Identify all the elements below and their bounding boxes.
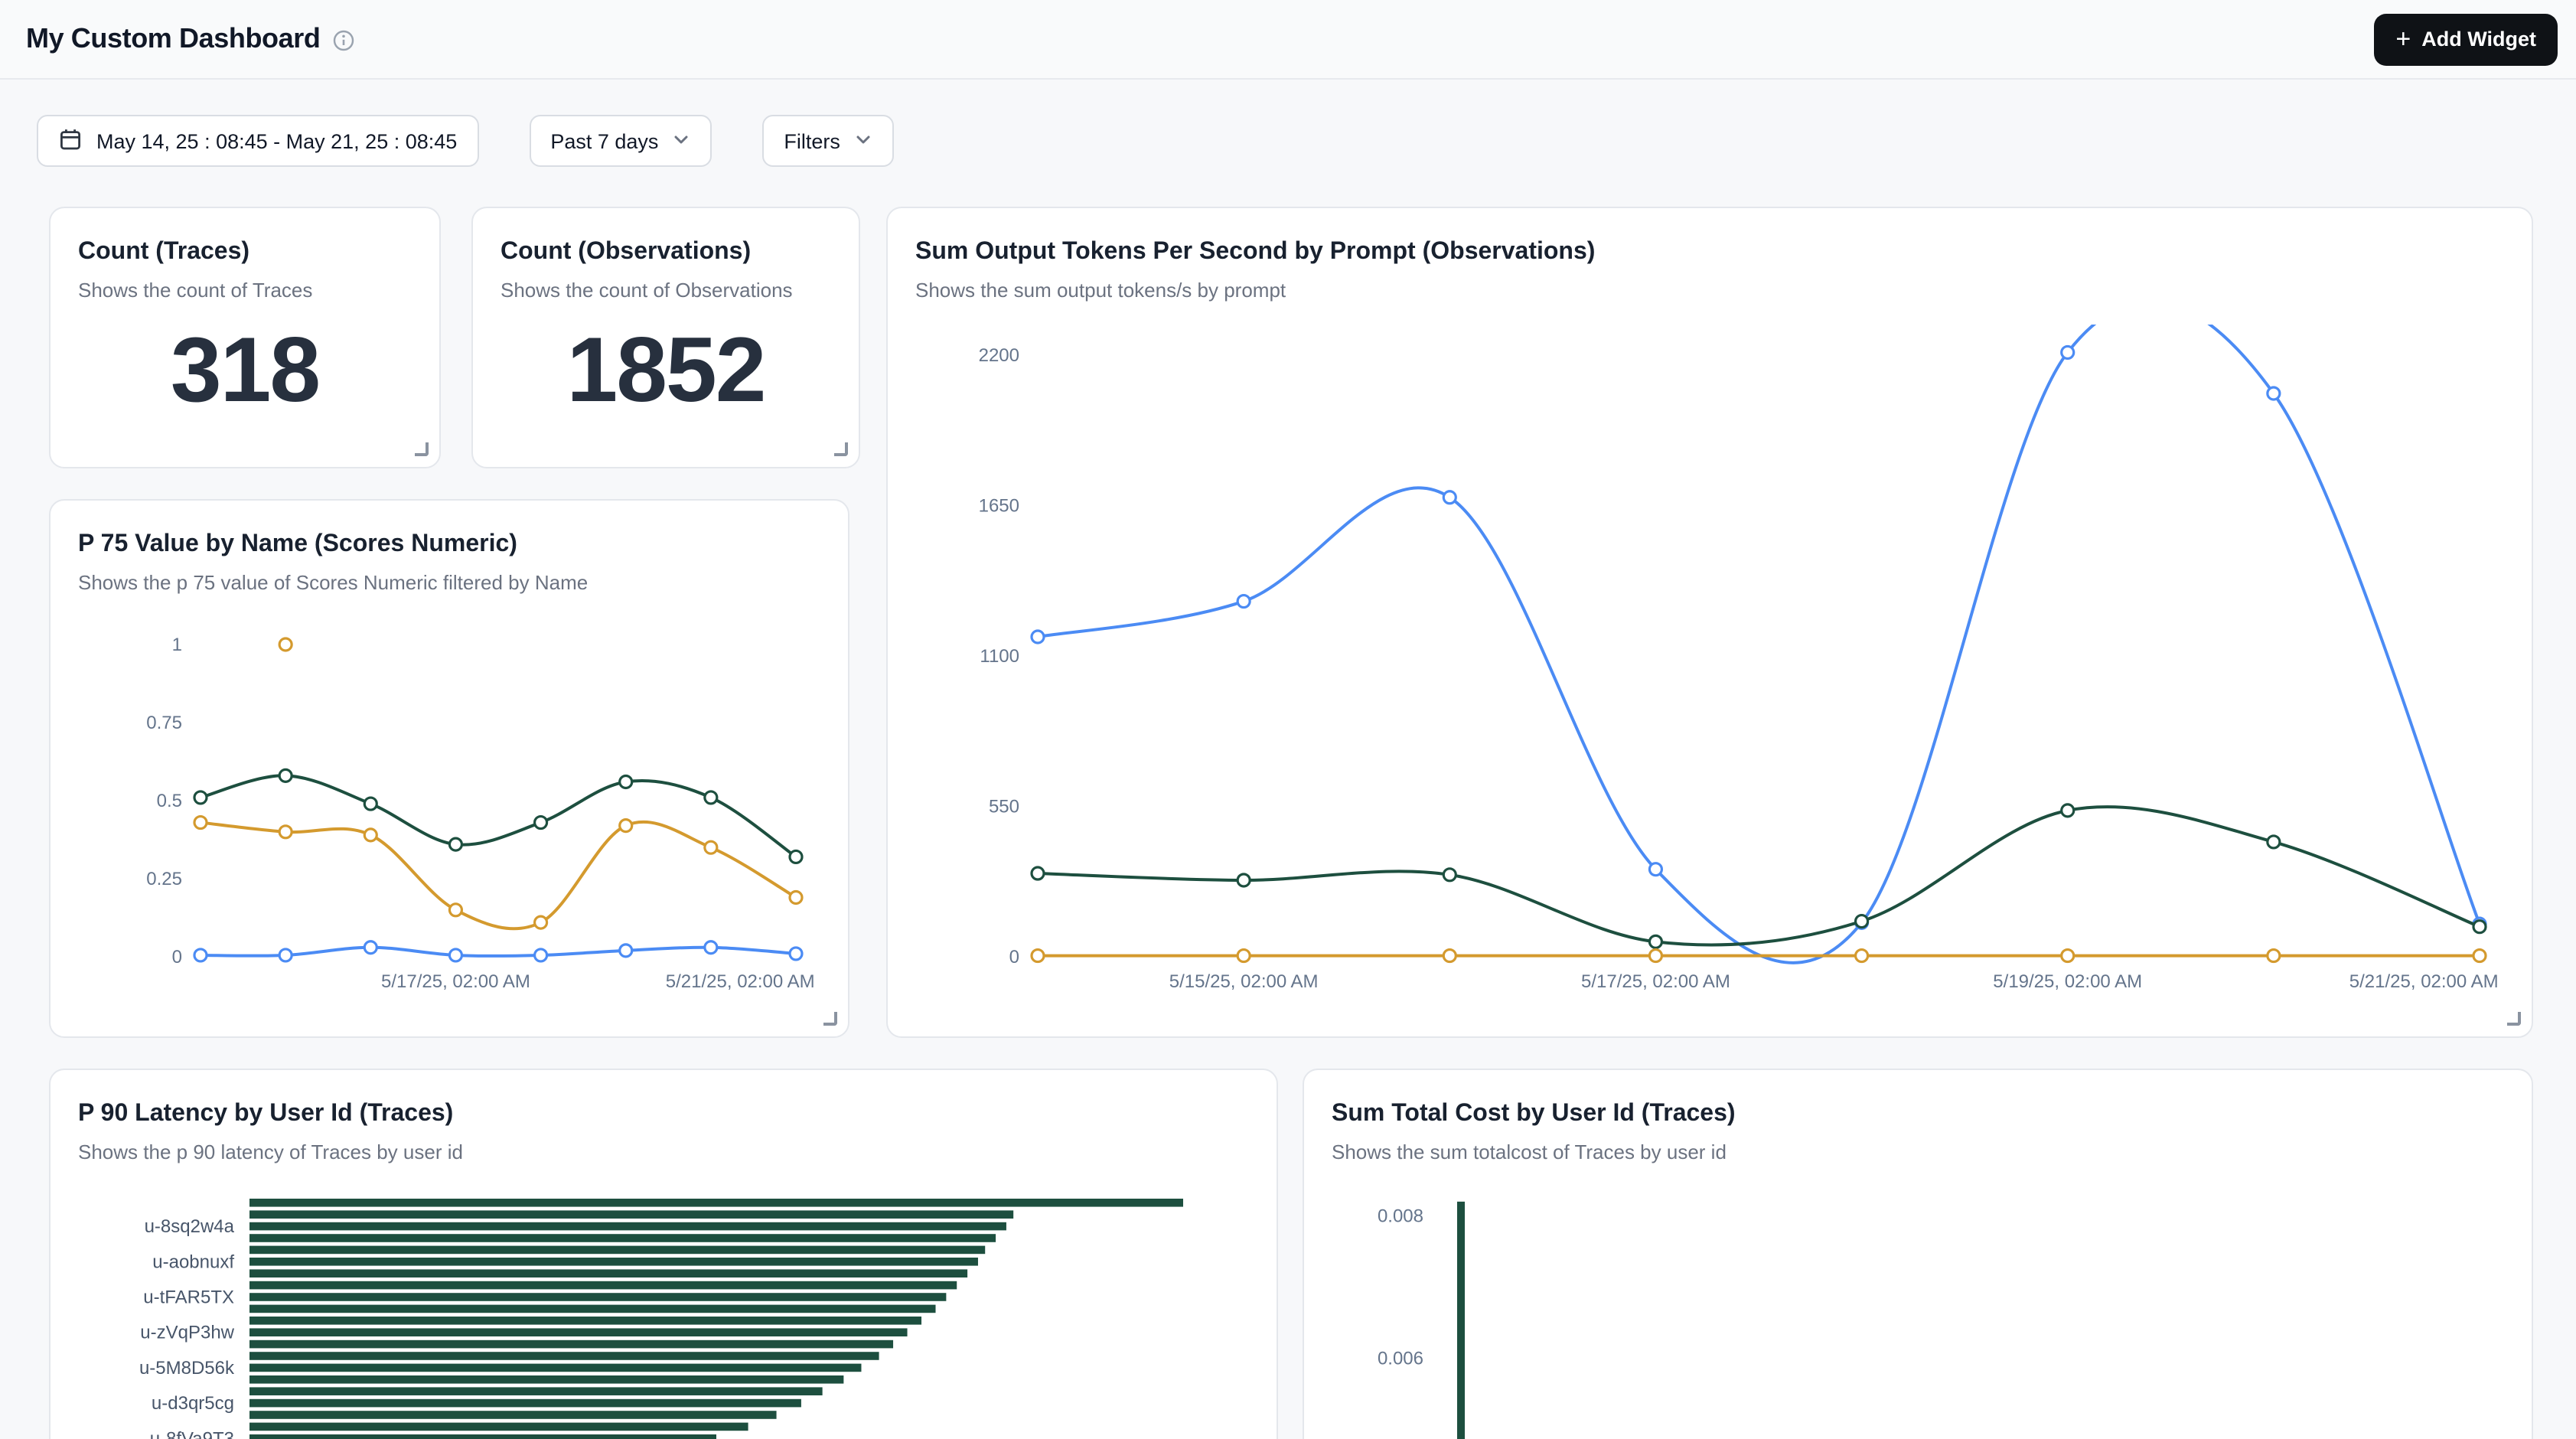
- resize-handle-icon[interactable]: [823, 1012, 837, 1026]
- widget-subtitle: Shows the sum output tokens/s by prompt: [915, 279, 2504, 303]
- svg-text:0.75: 0.75: [146, 713, 182, 733]
- svg-text:0: 0: [1009, 947, 1019, 967]
- svg-text:1650: 1650: [979, 496, 1019, 517]
- svg-text:u-8fVa9T3: u-8fVa9T3: [150, 1428, 234, 1439]
- resize-handle-icon[interactable]: [415, 442, 429, 456]
- widget-subtitle: Shows the p 90 latency of Traces by user…: [78, 1140, 1249, 1165]
- widget-subtitle: Shows the count of Traces: [78, 279, 412, 303]
- widget-title: Count (Traces): [78, 236, 412, 269]
- svg-text:u-zVqP3hw: u-zVqP3hw: [140, 1323, 234, 1343]
- dashboard-page: My Custom Dashboard + Add Widget: [0, 0, 2576, 1439]
- widget-total-cost: Sum Total Cost by User Id (Traces) Shows…: [1303, 1069, 2533, 1439]
- widget-count-observations: Count (Observations) Shows the count of …: [471, 207, 860, 468]
- resize-handle-icon[interactable]: [834, 442, 848, 456]
- resize-handle-icon[interactable]: [2507, 1012, 2521, 1026]
- line-chart-tokens-per-second[interactable]: 2200 1650 1100 550 0 5/15/25, 02:00 AM 5/17/25…: [915, 325, 2507, 1006]
- widget-title: P 75 Value by Name (Scores Numeric): [78, 528, 820, 562]
- chevron-down-icon: [672, 129, 690, 152]
- filters-dropdown[interactable]: Filters: [762, 115, 894, 167]
- svg-text:1: 1: [172, 635, 182, 655]
- svg-text:550: 550: [989, 797, 1019, 817]
- bar-chart-total-cost[interactable]: 0.008 0.006: [1332, 1165, 2510, 1439]
- bar-chart-p90-latency[interactable]: u-8sq2w4a u-aobnuxf u-tFAR5TX u-zVqP3hw u-5M…: [78, 1189, 1252, 1439]
- widget-title: P 90 Latency by User Id (Traces): [78, 1098, 1249, 1131]
- chevron-down-icon: [854, 129, 872, 152]
- widget-subtitle: Shows the sum totalcost of Traces by use…: [1332, 1140, 2504, 1165]
- date-preset-label: Past 7 days: [550, 129, 658, 152]
- widget-tokens-per-second: Sum Output Tokens Per Second by Prompt (…: [886, 207, 2533, 1038]
- filters-label: Filters: [784, 129, 840, 152]
- calendar-icon: [58, 126, 83, 155]
- svg-text:2200: 2200: [979, 345, 1019, 366]
- date-range-text: May 14, 25 : 08:45 - May 21, 25 : 08:45: [96, 129, 457, 152]
- svg-text:0.25: 0.25: [146, 869, 182, 889]
- widget-p90-latency: P 90 Latency by User Id (Traces) Shows t…: [49, 1069, 1278, 1439]
- widget-p75-value-by-name: P 75 Value by Name (Scores Numeric) Show…: [49, 499, 849, 1038]
- toolbar: May 14, 25 : 08:45 - May 21, 25 : 08:45 …: [37, 115, 894, 167]
- line-chart-p75-value[interactable]: 1 0.75 0.5 0.25 0 5/17/25, 02:00 AM 5/21/25, 0…: [78, 614, 823, 1006]
- svg-text:5/21/25, 02:00 AM: 5/21/25, 02:00 AM: [2349, 971, 2499, 992]
- svg-text:0: 0: [172, 947, 182, 967]
- svg-text:5/19/25, 02:00 AM: 5/19/25, 02:00 AM: [1993, 971, 2142, 992]
- svg-text:5/17/25, 02:00 AM: 5/17/25, 02:00 AM: [381, 971, 530, 992]
- svg-text:0.008: 0.008: [1378, 1206, 1423, 1226]
- svg-text:u-d3qr5cg: u-d3qr5cg: [152, 1393, 234, 1414]
- widget-title: Count (Observations): [501, 236, 831, 269]
- widget-subtitle: Shows the p 75 value of Scores Numeric f…: [78, 571, 820, 596]
- svg-text:1100: 1100: [980, 646, 1019, 667]
- svg-text:u-5M8D56k: u-5M8D56k: [139, 1358, 235, 1379]
- page-title: My Custom Dashboard: [26, 23, 320, 55]
- svg-text:5/15/25, 02:00 AM: 5/15/25, 02:00 AM: [1169, 971, 1319, 992]
- svg-text:0.5: 0.5: [157, 791, 182, 811]
- info-icon[interactable]: [332, 29, 355, 52]
- date-range-picker[interactable]: May 14, 25 : 08:45 - May 21, 25 : 08:45: [37, 115, 478, 167]
- svg-text:u-tFAR5TX: u-tFAR5TX: [143, 1287, 234, 1308]
- add-widget-button[interactable]: + Add Widget: [2374, 13, 2558, 65]
- svg-text:5/21/25, 02:00 AM: 5/21/25, 02:00 AM: [666, 971, 815, 992]
- add-widget-label: Add Widget: [2421, 28, 2536, 51]
- widget-subtitle: Shows the count of Observations: [501, 279, 831, 303]
- svg-text:u-8sq2w4a: u-8sq2w4a: [145, 1216, 235, 1237]
- widget-title: Sum Output Tokens Per Second by Prompt (…: [915, 236, 2504, 269]
- svg-text:0.006: 0.006: [1378, 1348, 1423, 1369]
- date-preset-dropdown[interactable]: Past 7 days: [529, 115, 712, 167]
- metric-value: 1852: [501, 325, 831, 416]
- widget-title: Sum Total Cost by User Id (Traces): [1332, 1098, 2504, 1131]
- svg-text:5/17/25, 02:00 AM: 5/17/25, 02:00 AM: [1581, 971, 1730, 992]
- header: My Custom Dashboard + Add Widget: [0, 0, 2576, 80]
- metric-value: 318: [78, 325, 412, 416]
- plus-icon: +: [2395, 25, 2411, 51]
- svg-text:u-aobnuxf: u-aobnuxf: [152, 1251, 234, 1272]
- widget-count-traces: Count (Traces) Shows the count of Traces…: [49, 207, 441, 468]
